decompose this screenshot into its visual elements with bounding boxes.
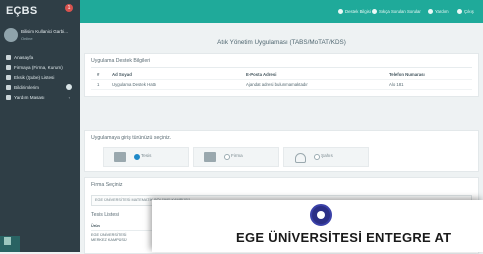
help-label: Yardım bbox=[435, 8, 449, 14]
table-header-row: # Ad Soyad E-Posta Adresi Telefon Numara… bbox=[91, 70, 472, 80]
option-person-label: Şahıs bbox=[321, 153, 333, 158]
row-name: Uygulama Destek Hattı bbox=[112, 82, 157, 87]
home-icon bbox=[6, 54, 11, 60]
sidebar-item-label: Yardım Masası bbox=[14, 94, 45, 100]
support-card-title: Uygulama Destek Bilgileri bbox=[91, 58, 151, 64]
overlay-title: EGE ÜNİVERSİTESİ ENTEGRE AT bbox=[236, 230, 452, 245]
logout-label: Çıkış bbox=[464, 8, 474, 14]
person-icon bbox=[295, 153, 306, 163]
help-icon bbox=[428, 8, 433, 14]
header-phone: Telefon Numarası bbox=[389, 72, 425, 77]
row-number: 1 bbox=[97, 82, 100, 87]
university-seal-icon bbox=[310, 204, 332, 226]
header-email: E-Posta Adresi bbox=[246, 72, 277, 77]
faq-button[interactable]: Sıkça Sorulan Sorular bbox=[372, 7, 421, 15]
app-logo[interactable]: EÇBS bbox=[6, 5, 37, 17]
footer-square-icon bbox=[4, 237, 11, 245]
facility-name[interactable]: EGE ÜNİVERSİTESİ MERKEZ KAMPÜSÜ bbox=[91, 233, 127, 243]
divider bbox=[91, 67, 472, 68]
facility-table-header: Ürün bbox=[91, 224, 100, 228]
facility-list-title: Tesis Listesi bbox=[91, 212, 119, 218]
sidebar: EÇBS 1 Bilisim Kullanici Garbi... Online… bbox=[0, 0, 80, 252]
page-title: Atık Yönetim Uygulaması (TABS/MoTAT/KDS) bbox=[217, 39, 346, 46]
sidebar-item-label: Bildirimlerim bbox=[14, 84, 40, 90]
radio-person[interactable] bbox=[314, 154, 320, 160]
firm-card-title: Firma Seçiniz bbox=[91, 182, 123, 188]
document-overlay: EGE ÜNİVERSİTESİ ENTEGRE AT bbox=[152, 200, 483, 252]
avatar bbox=[4, 28, 18, 42]
row-phone: Alo 181 bbox=[389, 82, 404, 87]
sidebar-item-branches[interactable]: Eksik (Şube) Listesi bbox=[0, 72, 80, 82]
logout-button[interactable]: Çıkış bbox=[457, 7, 474, 15]
support-card: Uygulama Destek Bilgileri # Ad Soyad E-P… bbox=[84, 53, 479, 97]
login-type-card: Uygulamaya giriş türünüzü seçiniz. Tesis… bbox=[84, 130, 479, 172]
support-info-label: Destek Bilgisi bbox=[345, 8, 371, 14]
login-type-title: Uygulamaya giriş türünüzü seçiniz. bbox=[91, 135, 172, 141]
support-info-button[interactable]: Destek Bilgisi bbox=[338, 7, 371, 15]
sidebar-item-label: Anasayfa bbox=[14, 54, 34, 60]
option-firm-label: Firma bbox=[231, 153, 243, 158]
option-firm[interactable]: Firma bbox=[193, 147, 279, 167]
notification-pill bbox=[66, 84, 72, 90]
header-name: Ad Soyad bbox=[112, 72, 132, 77]
support-icon bbox=[6, 94, 11, 100]
briefcase-icon bbox=[204, 152, 216, 162]
list-icon bbox=[6, 74, 11, 80]
faq-label: Sıkça Sorulan Sorular bbox=[379, 8, 421, 14]
sidebar-item-label: Eksik (Şube) Listesi bbox=[14, 74, 55, 80]
seal-center bbox=[317, 211, 325, 219]
info-icon bbox=[338, 8, 343, 14]
option-person[interactable]: Şahıs bbox=[283, 147, 369, 167]
logout-icon bbox=[457, 8, 462, 14]
building-icon bbox=[6, 64, 11, 70]
help-button[interactable]: Yardım bbox=[428, 7, 449, 15]
sidebar-item-home[interactable]: Anasayfa bbox=[0, 52, 80, 62]
user-panel: Bilisim Kullanici Garbi... Online bbox=[0, 24, 80, 48]
top-bar: Destek Bilgisi Sıkça Sorulan Sorular Yar… bbox=[80, 0, 483, 23]
sidebar-item-label: Firmaya (Firma, Kurum) bbox=[14, 64, 63, 70]
row-email: Ajandat adresi bulunmamaktadır bbox=[246, 82, 308, 87]
sidebar-menu: Anasayfa Firmaya (Firma, Kurum) Eksik (Ş… bbox=[0, 52, 80, 102]
header-number: # bbox=[97, 72, 100, 77]
notification-badge[interactable]: 1 bbox=[65, 4, 73, 12]
sidebar-item-firms[interactable]: Firmaya (Firma, Kurum) bbox=[0, 62, 80, 72]
radio-facility[interactable] bbox=[134, 154, 140, 160]
question-icon bbox=[372, 8, 377, 14]
support-table: # Ad Soyad E-Posta Adresi Telefon Numara… bbox=[91, 70, 472, 90]
bell-icon bbox=[6, 84, 11, 90]
sidebar-item-notifications[interactable]: Bildirimlerim bbox=[0, 82, 80, 92]
factory-icon bbox=[114, 152, 126, 162]
table-row: 1 Uygulama Destek Hattı Ajandat adresi b… bbox=[91, 80, 472, 90]
option-facility-label: Tesis bbox=[141, 153, 152, 158]
user-status: Online bbox=[21, 36, 33, 41]
option-facility[interactable]: Tesis bbox=[103, 147, 189, 167]
logo-row: EÇBS 1 bbox=[0, 0, 80, 23]
sidebar-item-helpdesk[interactable]: Yardım Masası ‹ bbox=[0, 92, 80, 102]
radio-firm[interactable] bbox=[224, 154, 230, 160]
user-name: Bilisim Kullanici Garbi... bbox=[21, 29, 69, 34]
chevron-left-icon: ‹ bbox=[68, 94, 70, 100]
